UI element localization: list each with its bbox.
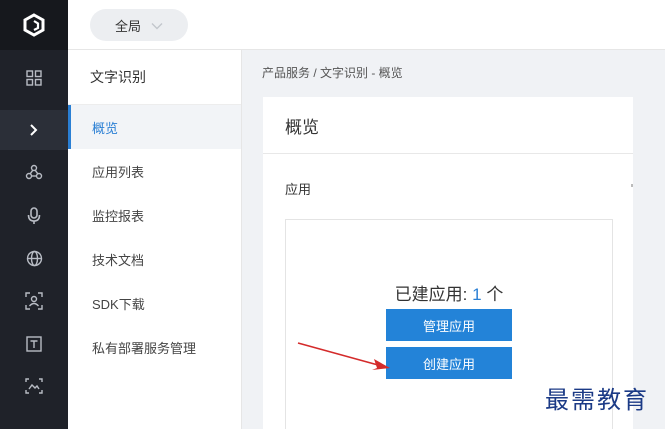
sidebar-item-docs[interactable]: 技术文档 [68, 237, 241, 281]
product-sidebar: 文字识别 概览 应用列表 监控报表 技术文档 SDK下载 私有部署服务管理 [68, 50, 242, 429]
create-app-button[interactable]: 创建应用 [386, 347, 512, 379]
text-box-icon[interactable] [0, 324, 68, 364]
chevron-right-icon[interactable] [0, 110, 68, 150]
chevron-down-icon [151, 18, 163, 33]
scope-selector[interactable]: 全局 [90, 9, 188, 41]
section-title: 应用 [285, 182, 312, 197]
breadcrumb: 产品服务 / 文字识别 - 概览 [262, 66, 403, 80]
sidebar-item-overview[interactable]: 概览 [68, 105, 241, 149]
apps-created-unit: 个 [486, 285, 504, 304]
sidebar-title: 文字识别 [68, 50, 241, 105]
sidebar-item-sdk-download[interactable]: SDK下载 [68, 281, 241, 325]
sidebar-item-private-deploy[interactable]: 私有部署服务管理 [68, 325, 241, 369]
nodes-icon[interactable] [0, 153, 68, 193]
face-scan-icon[interactable] [0, 281, 68, 321]
microphone-icon[interactable] [0, 196, 68, 236]
icon-rail [0, 0, 68, 429]
grid-icon[interactable] [0, 58, 68, 98]
manage-apps-button[interactable]: 管理应用 [386, 309, 512, 341]
page-title: 概览 [263, 97, 633, 154]
image-scan-icon[interactable] [0, 366, 68, 406]
watermark: 最需教育 [545, 386, 649, 414]
divider-mark [631, 184, 633, 187]
scope-label: 全局 [115, 18, 142, 34]
apps-created-count: 已建应用: 1 个 [286, 280, 612, 305]
top-bar: 全局 [68, 0, 665, 50]
apps-created-label: 已建应用: [394, 285, 468, 304]
globe-icon[interactable] [0, 238, 68, 278]
logo-icon[interactable] [0, 0, 68, 50]
apps-created-number: 1 [472, 285, 482, 304]
sidebar-item-monitoring[interactable]: 监控报表 [68, 193, 241, 237]
sidebar-item-app-list[interactable]: 应用列表 [68, 149, 241, 193]
